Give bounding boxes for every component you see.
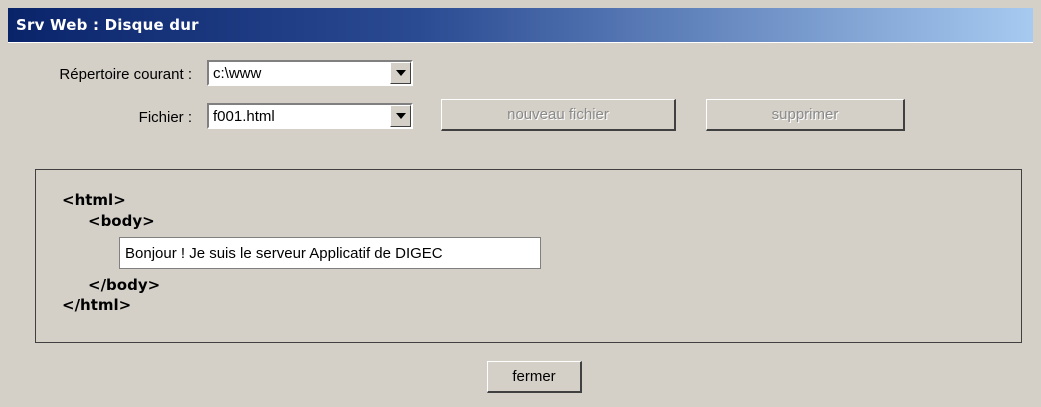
directory-value: c:\www [213, 65, 262, 82]
delete-button[interactable]: supprimer [706, 99, 905, 131]
body-open-tag: <body> [88, 212, 155, 230]
file-select[interactable]: f001.html [207, 103, 413, 129]
chevron-down-icon [396, 70, 406, 76]
close-button[interactable]: fermer [487, 361, 582, 393]
file-label: Fichier : [138, 109, 192, 126]
body-text-field[interactable]: Bonjour ! Je suis le serveur Applicatif … [119, 237, 541, 269]
title-bar[interactable]: Srv Web : Disque dur [8, 8, 1033, 42]
body-close-tag: </body> [88, 276, 161, 294]
window-title: Srv Web : Disque dur [16, 16, 199, 34]
chevron-down-icon [396, 113, 406, 119]
html-close-tag: </html> [62, 296, 132, 314]
title-bar-divider [8, 42, 1033, 43]
new-file-button[interactable]: nouveau fichier [441, 99, 676, 131]
dialog-window: Srv Web : Disque dur Répertoire courant … [0, 0, 1041, 407]
directory-select[interactable]: c:\www [207, 60, 413, 86]
body-text-value: Bonjour ! Je suis le serveur Applicatif … [125, 245, 443, 262]
html-open-tag: <html> [62, 191, 126, 209]
directory-label: Répertoire courant : [59, 66, 192, 83]
file-dropdown-button[interactable] [390, 105, 411, 127]
directory-dropdown-button[interactable] [390, 62, 411, 84]
file-value: f001.html [213, 108, 275, 125]
